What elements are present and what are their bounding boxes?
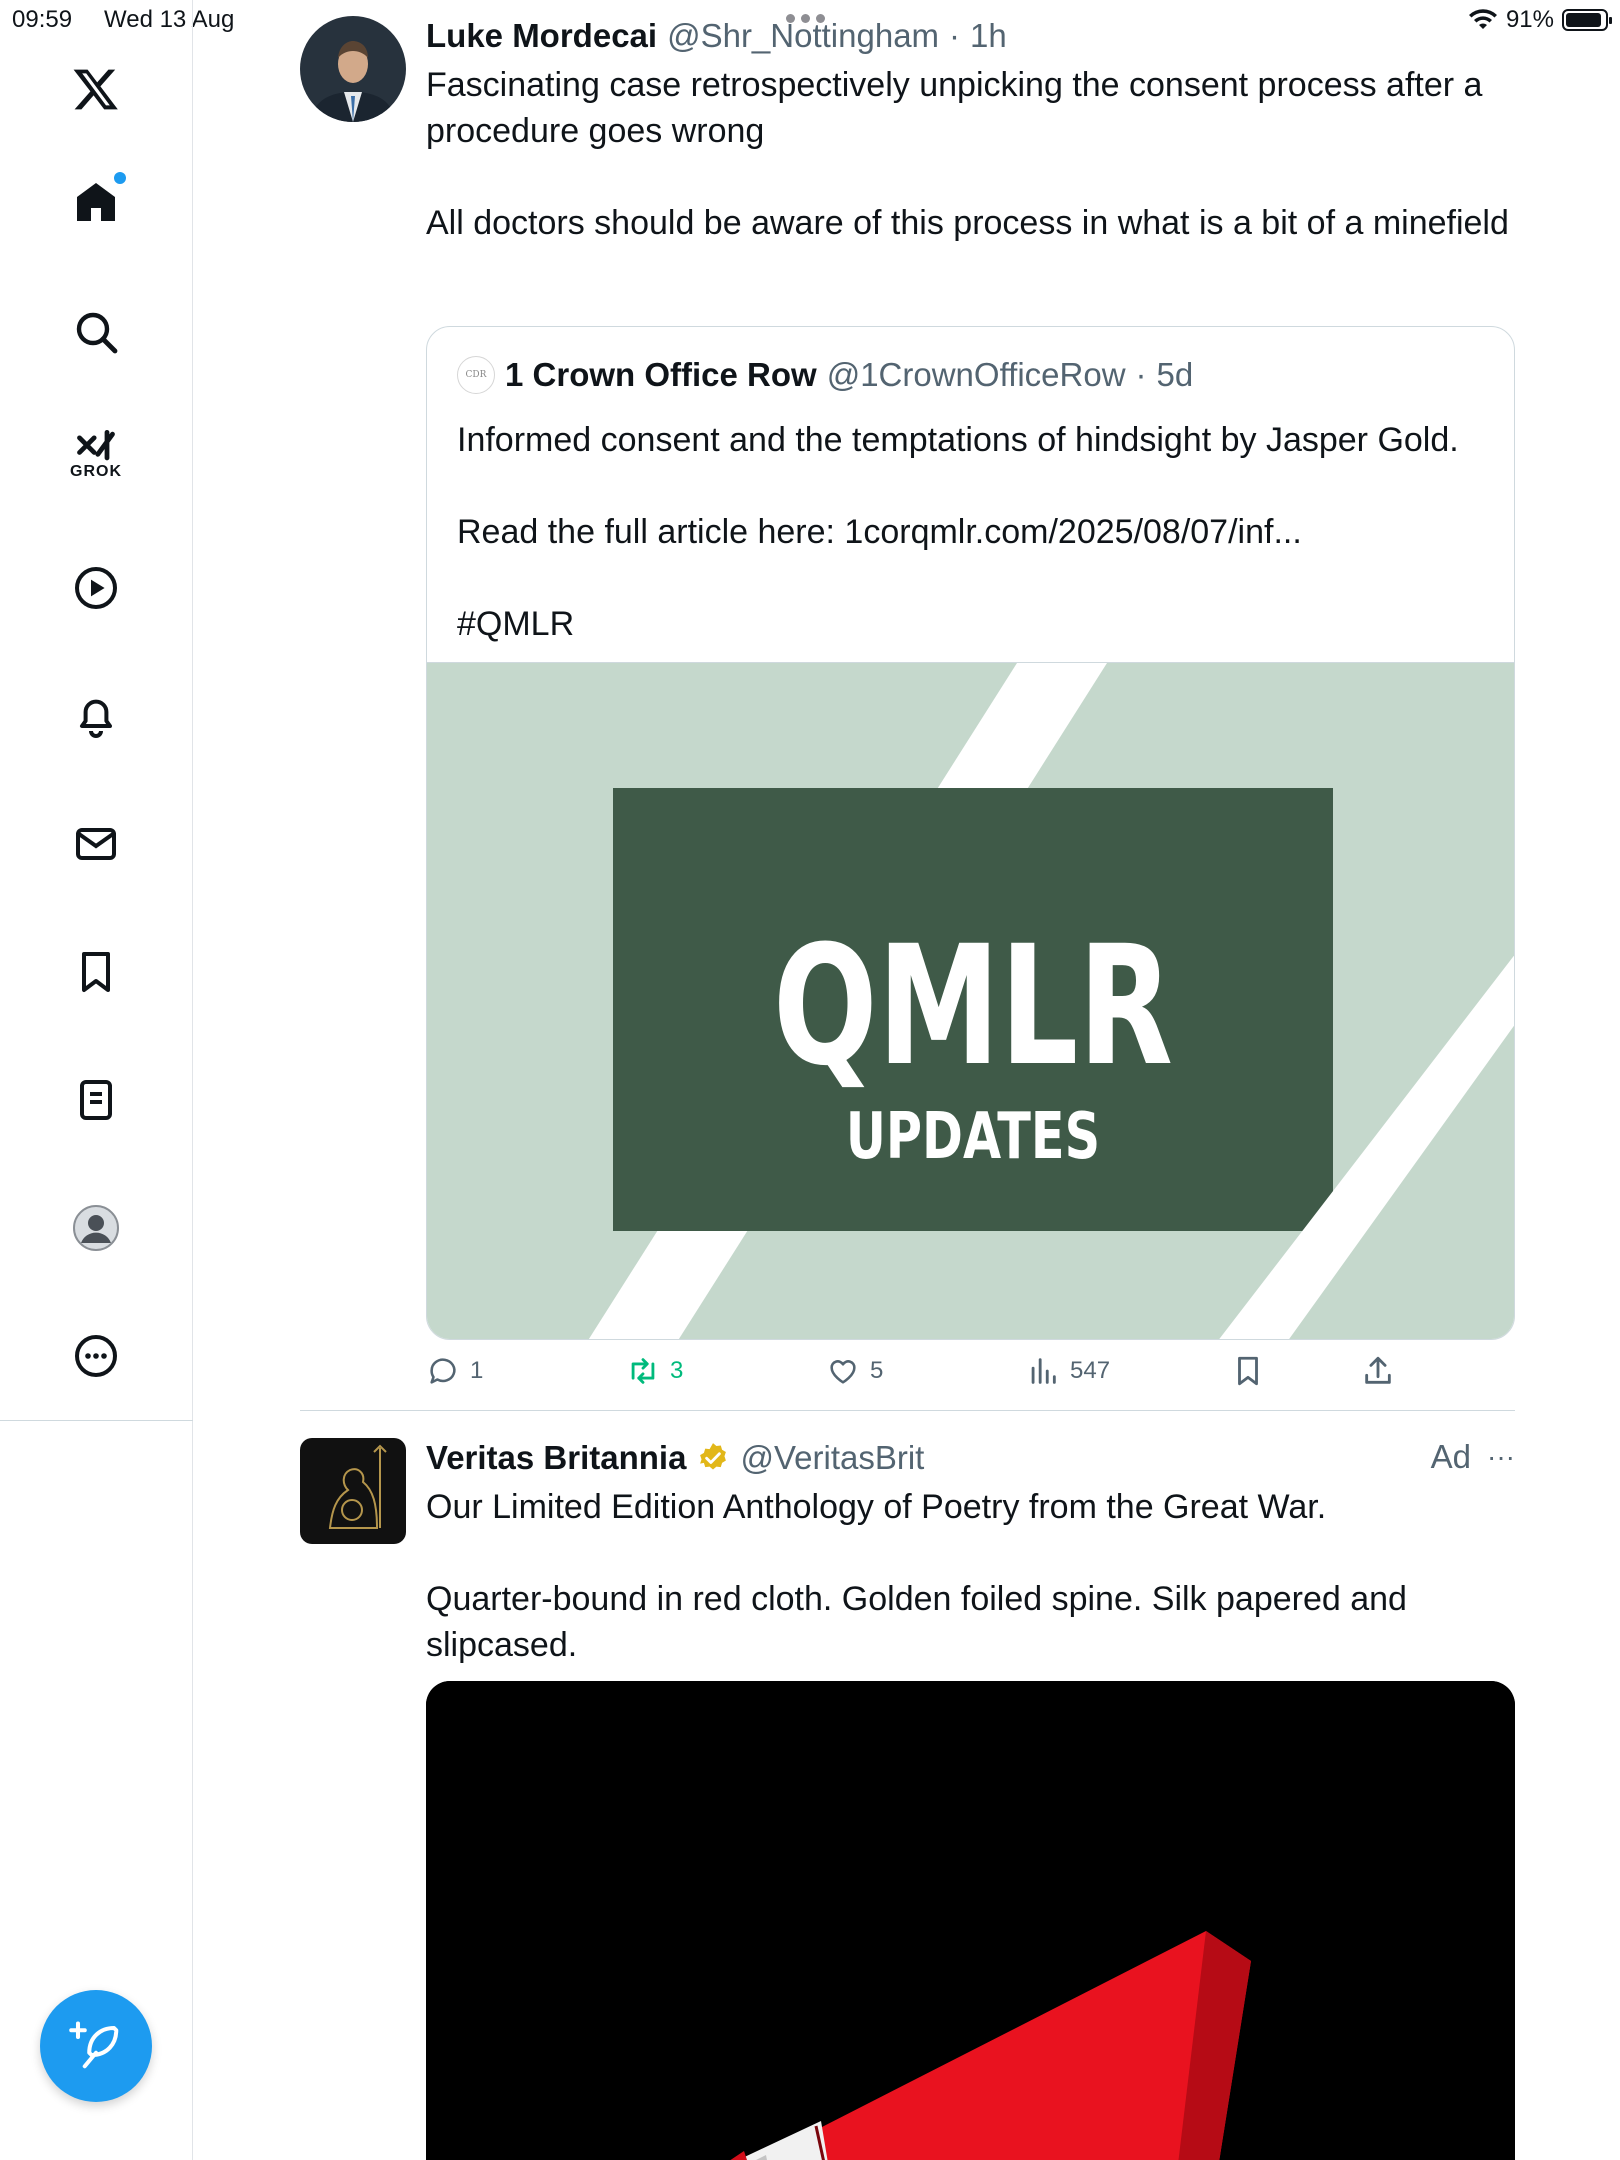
ad-image[interactable] [426, 1681, 1515, 2160]
quoted-image[interactable]: QMLR UPDATES [427, 662, 1514, 1339]
sidebar-item-grok[interactable]: GROK [52, 405, 140, 505]
reply-button[interactable]: 1 [426, 1354, 483, 1388]
tweet-text: Our Limited Edition Anthology of Poetry … [426, 1488, 1407, 1664]
repost-count: 3 [670, 1357, 684, 1384]
like-button[interactable]: 5 [826, 1354, 883, 1388]
quoted-author-name: 1 Crown Office Row [505, 356, 817, 393]
list-icon [80, 1080, 112, 1120]
bookmark-button[interactable] [1231, 1354, 1265, 1388]
tweet-text: Fascinating case retrospectively unpicki… [426, 66, 1509, 242]
tweet-actions: 1 3 5 547 [426, 1344, 1515, 1408]
more-options-icon[interactable]: ··· [1487, 1441, 1515, 1473]
sidebar-item-notifications[interactable] [52, 672, 140, 760]
reply-icon [430, 1358, 456, 1384]
quoted-avatar: CDR [457, 356, 495, 394]
tweet-divider [300, 1410, 1515, 1411]
author-handle[interactable]: @VeritasBrit [740, 1438, 924, 1478]
sidebar-divider [0, 1420, 193, 1421]
separator-dot: · [1135, 356, 1147, 393]
verified-gold-badge-icon [700, 1443, 727, 1470]
play-circle-icon [75, 567, 117, 609]
sidebar-item-profile[interactable] [52, 1184, 140, 1272]
sidebar-item-lists[interactable] [52, 1056, 140, 1144]
analytics-icon [1031, 1358, 1056, 1384]
mail-icon [76, 828, 116, 860]
battery-fill [1566, 13, 1601, 27]
bookmark-icon [82, 952, 110, 992]
grok-label: GROK [70, 463, 122, 480]
quoted-tweet[interactable]: CDR 1 Crown Office Row @1CrownOfficeRow … [426, 326, 1515, 1340]
profile-avatar-icon [73, 1205, 119, 1251]
quoted-author-handle: @1CrownOfficeRow [826, 356, 1126, 393]
sidebar-item-bookmarks[interactable] [52, 928, 140, 1016]
bookmark-icon [1238, 1356, 1258, 1386]
search-icon [76, 312, 118, 354]
quoted-text: Informed consent and the temptations of … [457, 421, 1459, 643]
sidebar-item-more[interactable] [52, 1312, 140, 1400]
author-handle[interactable]: @Shr_Nottingham [667, 16, 939, 56]
notification-dot [114, 172, 126, 184]
quoted-time: 5d [1156, 356, 1194, 393]
tweet-veritas-britannia-ad[interactable]: Veritas Britannia @VeritasBrit Ad ··· Ou… [300, 1438, 1515, 2160]
tweet-header: Luke Mordecai @Shr_Nottingham · 1h [426, 16, 1515, 56]
compose-post-button[interactable] [40, 1990, 152, 2102]
author-name[interactable]: Veritas Britannia [426, 1438, 686, 1478]
views-button[interactable]: 547 [1026, 1354, 1110, 1388]
tweet-time[interactable]: 1h [970, 16, 1007, 56]
heart-icon [830, 1360, 856, 1384]
view-count: 547 [1070, 1357, 1111, 1384]
tweet-header: Veritas Britannia @VeritasBrit [426, 1438, 1515, 1478]
repost-button[interactable]: 3 [626, 1354, 683, 1388]
battery-icon [1562, 9, 1612, 31]
more-circle-icon [75, 1335, 117, 1377]
repost-icon [631, 1358, 655, 1384]
tweet-luke-mordecai[interactable]: Luke Mordecai @Shr_Nottingham · 1h Fasci… [300, 16, 1515, 1411]
compose-feather-icon [69, 2021, 119, 2069]
sidebar-item-explore[interactable] [52, 288, 140, 376]
share-icon [1365, 1356, 1391, 1384]
qmlr-title: QMLR [773, 911, 1173, 1103]
sidebar-item-video[interactable] [52, 544, 140, 632]
avatar[interactable] [300, 1438, 406, 1544]
home-icon [77, 183, 115, 221]
qmlr-subtitle: UPDATES [846, 1100, 1100, 1174]
like-count: 5 [870, 1357, 884, 1384]
reply-count: 1 [470, 1357, 484, 1384]
share-button[interactable] [1361, 1354, 1395, 1388]
sidebar-item-messages[interactable] [52, 800, 140, 888]
sidebar-nav: GROK [0, 0, 193, 2160]
ad-label: Ad [1430, 1438, 1472, 1475]
sidebar-item-home[interactable] [52, 158, 140, 246]
author-name[interactable]: Luke Mordecai [426, 16, 657, 56]
x-logo-icon[interactable] [52, 45, 140, 133]
avatar[interactable] [300, 16, 406, 122]
separator-dot: · [949, 17, 961, 54]
bell-icon [80, 699, 112, 738]
